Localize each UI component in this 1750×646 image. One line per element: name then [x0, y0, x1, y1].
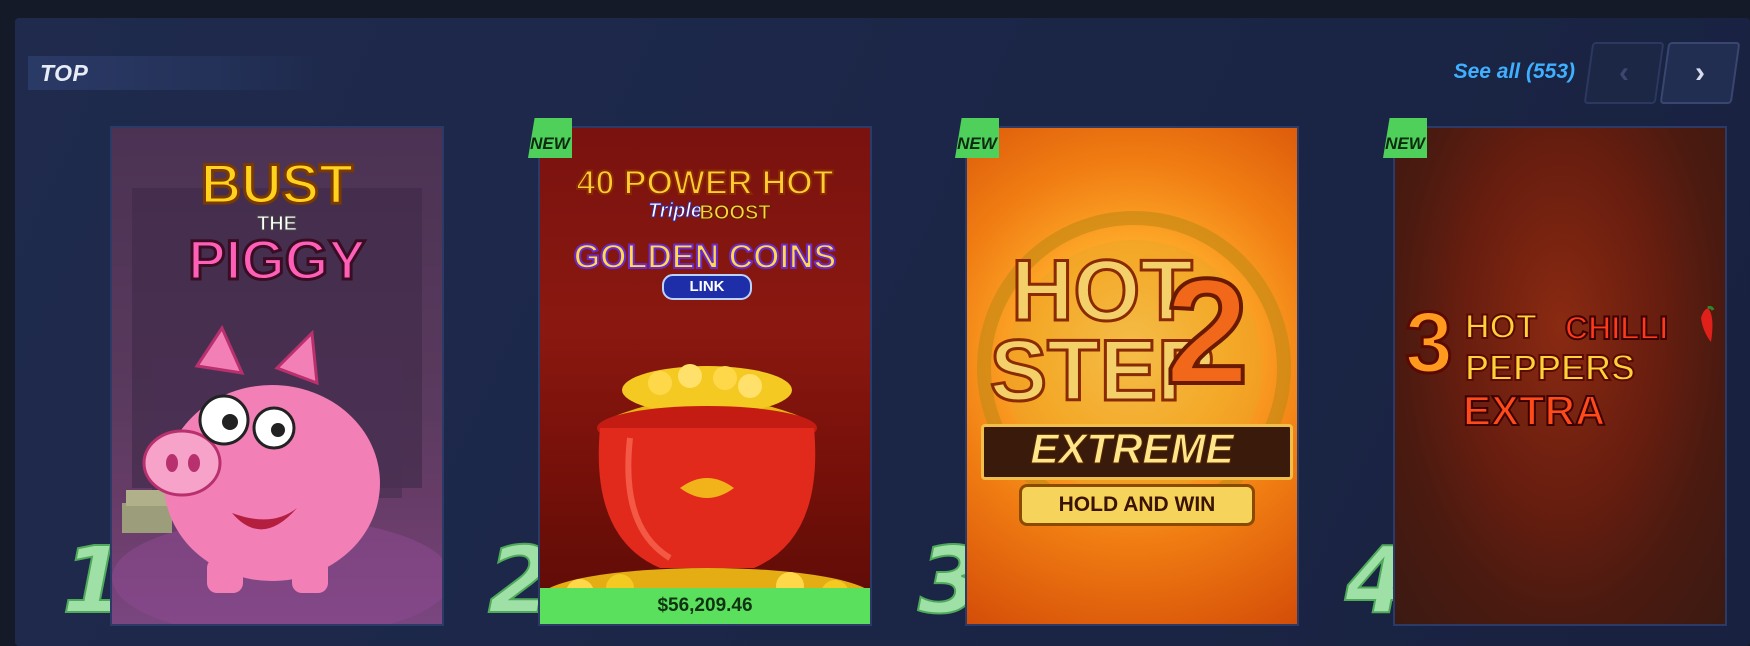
- game-logo-line: 2: [1163, 247, 1250, 415]
- game-logo-line: 40 POWER HOT: [576, 164, 835, 202]
- see-all-link[interactable]: See all (553): [1454, 60, 1575, 84]
- chevron-left-icon: ‹: [1619, 56, 1629, 89]
- game-card-hot-step-2-extreme[interactable]: HOT STEP 2 EXTREME HOLD AND WIN: [965, 126, 1299, 626]
- game-card-40-power-hot[interactable]: 40 POWER HOT Triple BOOST GOLDEN COINS L…: [538, 126, 872, 626]
- game-logo-line: PIGGY: [187, 228, 367, 291]
- carousel-next-button[interactable]: ›: [1659, 42, 1741, 104]
- game-logo-line: GOLDEN COINS: [573, 238, 838, 276]
- new-badge: NEW: [1383, 118, 1427, 158]
- game-logo-line: EXTRA: [1462, 387, 1606, 434]
- game-card-bust-the-piggy[interactable]: BUST THE PIGGY: [110, 126, 444, 626]
- jackpot-amount: $56,209.46: [540, 588, 870, 624]
- game-logo-line: BOOST: [699, 202, 771, 224]
- game-logo-line: BUST: [199, 152, 354, 215]
- hold-and-win-pill: HOLD AND WIN: [1019, 484, 1255, 526]
- game-card-3-hot-chilli-peppers-extra[interactable]: 3 HOT CHILLI PEPPERS EXTRA: [1393, 126, 1727, 626]
- carousel-prev-button[interactable]: ‹: [1583, 42, 1665, 104]
- link-pill: LINK: [662, 274, 752, 300]
- section-title: TOP: [40, 60, 89, 86]
- new-badge: NEW: [955, 118, 999, 158]
- new-badge: NEW: [528, 118, 572, 158]
- game-logo-line: EXTREME: [1030, 425, 1234, 472]
- chilli-pepper-icon: [1701, 306, 1715, 342]
- chevron-right-icon: ›: [1695, 56, 1705, 89]
- game-logo-line: PEPPERS: [1464, 347, 1636, 388]
